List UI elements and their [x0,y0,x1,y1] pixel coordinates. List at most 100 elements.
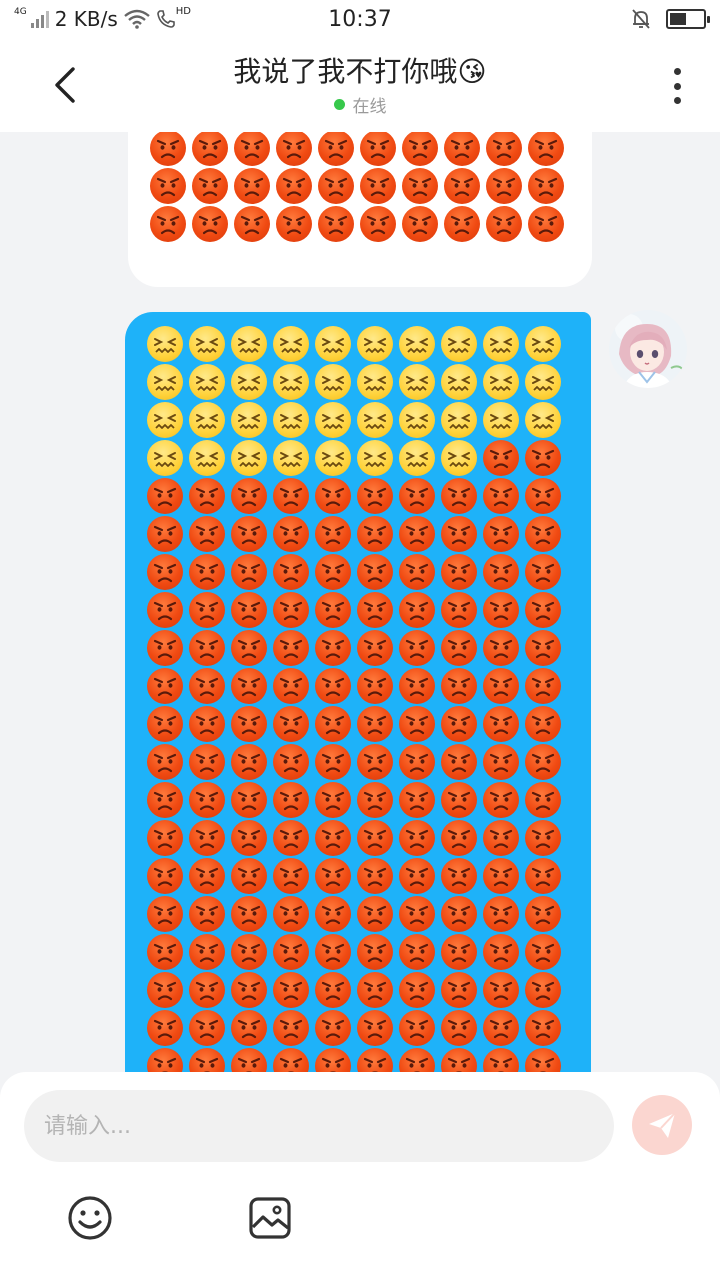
angry-face-emoji [399,516,435,552]
confounded-face-emoji [231,402,267,438]
angry-face-emoji [525,972,561,1008]
send-button[interactable] [632,1095,692,1155]
angry-face-emoji [318,206,354,242]
confounded-face-emoji [525,402,561,438]
angry-face-emoji [483,858,519,894]
angry-face-emoji [231,706,267,742]
angry-face-emoji [273,820,309,856]
angry-face-emoji [441,820,477,856]
hd-call-indicator: HD [156,6,191,29]
angry-face-emoji [441,1010,477,1046]
angry-face-emoji [525,668,561,704]
angry-face-emoji [525,706,561,742]
angry-face-emoji [360,206,396,242]
emoji-button[interactable] [66,1194,114,1242]
confounded-face-emoji [357,364,393,400]
paper-plane-icon [649,1112,676,1138]
angry-face-emoji [315,668,351,704]
angry-face-emoji [525,478,561,514]
confounded-face-emoji [357,402,393,438]
angry-face-emoji [150,132,186,166]
angry-face-emoji [441,554,477,590]
angry-face-emoji [441,934,477,970]
angry-face-emoji [357,858,393,894]
presence-label: 在线 [352,97,387,117]
angry-face-emoji [357,1048,393,1072]
angry-face-emoji [402,168,438,204]
angry-face-emoji [483,592,519,628]
angry-face-emoji [147,896,183,932]
angry-face-emoji [315,554,351,590]
status-bar: 4G 2 KB/s HD 10:37 [0,0,720,38]
angry-face-emoji [231,1048,267,1072]
angry-face-emoji [273,972,309,1008]
angry-face-emoji [147,972,183,1008]
angry-face-emoji [315,934,351,970]
angry-face-emoji [189,972,225,1008]
user-avatar[interactable] [609,310,687,388]
angry-face-emoji [273,858,309,894]
confounded-face-emoji [231,326,267,362]
message-input[interactable] [24,1090,614,1162]
back-button[interactable] [40,60,90,110]
angry-face-emoji [273,744,309,780]
angry-face-emoji [192,132,228,166]
angry-face-emoji [399,554,435,590]
angry-face-emoji [357,706,393,742]
confounded-face-emoji [231,440,267,476]
angry-face-emoji [399,744,435,780]
confounded-face-emoji [189,326,225,362]
angry-face-emoji [483,668,519,704]
angry-face-emoji [273,668,309,704]
angry-face-emoji [273,554,309,590]
angry-face-emoji [357,554,393,590]
angry-face-emoji [357,820,393,856]
wifi-icon [124,9,150,29]
angry-face-emoji [273,1048,309,1072]
confounded-face-emoji [231,364,267,400]
title-block: 我说了我不打你哦😘 在线 [120,50,600,117]
angry-face-emoji [231,668,267,704]
angry-face-emoji [234,132,270,166]
angry-face-emoji [315,782,351,818]
confounded-face-emoji [315,402,351,438]
presence-status: 在线 [120,92,600,117]
angry-face-emoji [357,516,393,552]
confounded-face-emoji [273,440,309,476]
chat-header: 我说了我不打你哦😘 在线 [0,38,720,132]
confounded-face-emoji [483,402,519,438]
angry-face-emoji [441,478,477,514]
chat-title: 我说了我不打你哦😘 [233,55,487,88]
angry-face-emoji [315,478,351,514]
signal-icon [30,10,49,28]
angry-face-emoji [399,668,435,704]
sent-message-bubble[interactable] [125,312,591,1072]
angry-face-emoji [399,630,435,666]
angry-face-emoji [357,744,393,780]
angry-face-emoji [399,896,435,932]
angry-face-emoji [147,782,183,818]
image-button[interactable] [246,1194,294,1242]
message-list[interactable] [0,132,720,1072]
angry-face-emoji [360,132,396,166]
angry-face-emoji [399,706,435,742]
received-message-bubble[interactable] [128,132,592,287]
angry-face-emoji [483,1048,519,1072]
angry-face-emoji [357,782,393,818]
angry-face-emoji [441,516,477,552]
status-left: 4G 2 KB/s HD [14,6,191,31]
confounded-face-emoji [399,402,435,438]
angry-face-emoji [399,1048,435,1072]
confounded-face-emoji [441,440,477,476]
angry-face-emoji [231,820,267,856]
angry-face-emoji [525,820,561,856]
more-options-button[interactable] [662,64,692,108]
angry-face-emoji [483,516,519,552]
confounded-face-emoji [147,326,183,362]
angry-face-emoji [189,706,225,742]
angry-face-emoji [231,478,267,514]
angry-face-emoji [483,1010,519,1046]
angry-face-emoji [483,782,519,818]
angry-face-emoji [528,206,564,242]
angry-face-emoji [483,478,519,514]
